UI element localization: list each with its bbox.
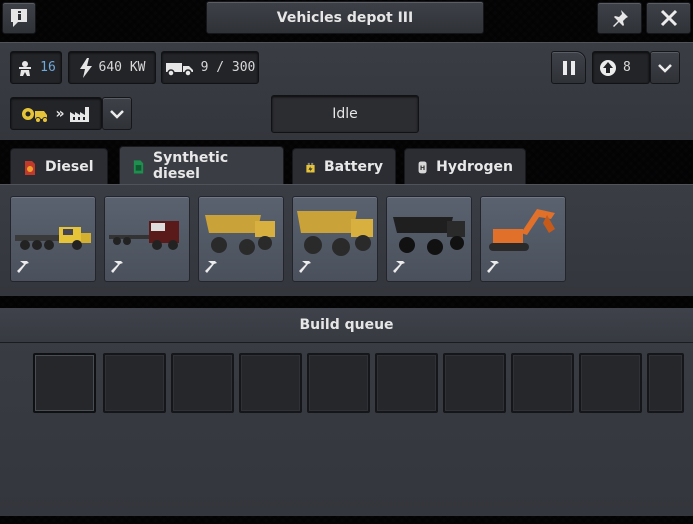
vehicle-card-dump-truck-small[interactable] bbox=[198, 196, 284, 282]
pin-icon bbox=[612, 10, 628, 27]
vehicles-stat: 9 / 300 bbox=[161, 51, 259, 84]
tab-synthetic-diesel-label: Synthetic diesel bbox=[153, 149, 229, 182]
queue-slot-8[interactable] bbox=[511, 353, 574, 413]
excavator-image bbox=[489, 209, 555, 251]
pause-button[interactable] bbox=[551, 51, 586, 84]
hammer-icon bbox=[205, 261, 217, 273]
power-value: 640 KW bbox=[98, 60, 146, 75]
bottom-edge bbox=[0, 516, 693, 524]
tab-battery-label: Battery bbox=[323, 158, 383, 175]
vehicle-card-truck-cab-red[interactable] bbox=[104, 196, 190, 282]
tab-diesel[interactable]: Diesel bbox=[10, 148, 108, 184]
power-stat: 640 KW bbox=[68, 51, 156, 84]
workers-value: 16 bbox=[40, 60, 56, 75]
chevron-down-icon bbox=[658, 63, 672, 73]
svg-text:H: H bbox=[420, 165, 425, 172]
chevron-down-icon bbox=[110, 109, 124, 119]
tab-battery[interactable]: Battery bbox=[292, 148, 396, 184]
queue-slot-7[interactable] bbox=[443, 353, 506, 413]
queue-slot-10[interactable] bbox=[647, 353, 684, 413]
hammer-icon bbox=[17, 261, 29, 273]
dump-truck-small-image bbox=[205, 215, 275, 255]
truck-chassis-black-image bbox=[393, 217, 465, 255]
synthetic-diesel-icon bbox=[133, 159, 144, 173]
recipe-dropdown-button[interactable] bbox=[102, 97, 132, 130]
pause-icon bbox=[562, 60, 575, 75]
section-divider bbox=[0, 296, 693, 308]
lightning-icon bbox=[79, 57, 92, 78]
tab-hydrogen[interactable]: H Hydrogen bbox=[404, 148, 526, 184]
queue-slot-3[interactable] bbox=[171, 353, 234, 413]
hammer-icon bbox=[393, 261, 405, 273]
window-title-bar[interactable]: Vehicles depot III bbox=[206, 1, 484, 34]
queue-slot-4[interactable] bbox=[239, 353, 302, 413]
diesel-canister-icon bbox=[25, 160, 35, 175]
worker-icon bbox=[19, 60, 32, 76]
hammer-icon bbox=[111, 261, 123, 273]
pin-button[interactable] bbox=[597, 2, 642, 34]
queue-slot-1[interactable] bbox=[33, 353, 96, 413]
info-icon bbox=[11, 9, 27, 27]
build-queue-header: Build queue bbox=[0, 308, 693, 343]
status-label: Idle bbox=[332, 106, 358, 122]
window-title: Vehicles depot III bbox=[276, 9, 414, 26]
tab-diesel-label: Diesel bbox=[45, 158, 94, 175]
truck-cab-red-image bbox=[109, 221, 179, 250]
hammer-icon bbox=[299, 261, 311, 273]
queue-slot-6[interactable] bbox=[375, 353, 438, 413]
queue-slot-5[interactable] bbox=[307, 353, 370, 413]
gear-vehicle-icon bbox=[22, 107, 49, 123]
double-chevron-icon: » bbox=[55, 105, 65, 122]
truck-flatbed-image bbox=[15, 227, 91, 250]
hydrogen-icon: H bbox=[418, 160, 427, 173]
queue-slot-9[interactable] bbox=[579, 353, 642, 413]
workers-stat: 16 bbox=[10, 51, 62, 84]
queue-slot-2[interactable] bbox=[103, 353, 166, 413]
vehicle-card-truck-chassis-black[interactable] bbox=[386, 196, 472, 282]
battery-icon bbox=[306, 162, 315, 172]
status-display: Idle bbox=[271, 95, 419, 133]
close-icon bbox=[660, 9, 677, 27]
priority-value: 8 bbox=[623, 60, 631, 75]
hammer-icon bbox=[487, 261, 499, 273]
priority-display[interactable]: 8 bbox=[592, 51, 650, 84]
vehicle-card-excavator[interactable] bbox=[480, 196, 566, 282]
priority-dropdown-button[interactable] bbox=[650, 51, 680, 84]
factory-icon bbox=[69, 106, 89, 122]
recipe-selector[interactable]: » bbox=[10, 97, 102, 130]
truck-icon bbox=[165, 62, 193, 77]
priority-up-icon bbox=[600, 59, 616, 76]
close-button[interactable] bbox=[646, 2, 691, 34]
tab-hydrogen-label: Hydrogen bbox=[436, 158, 513, 175]
dump-truck-large-image bbox=[297, 211, 373, 256]
build-queue-title: Build queue bbox=[299, 317, 394, 333]
info-button[interactable] bbox=[2, 2, 36, 34]
tab-synthetic-diesel[interactable]: Synthetic diesel bbox=[119, 146, 284, 184]
vehicle-card-dump-truck-large[interactable] bbox=[292, 196, 378, 282]
vehicles-value: 9 / 300 bbox=[200, 60, 256, 75]
vehicle-card-truck-flatbed[interactable] bbox=[10, 196, 96, 282]
